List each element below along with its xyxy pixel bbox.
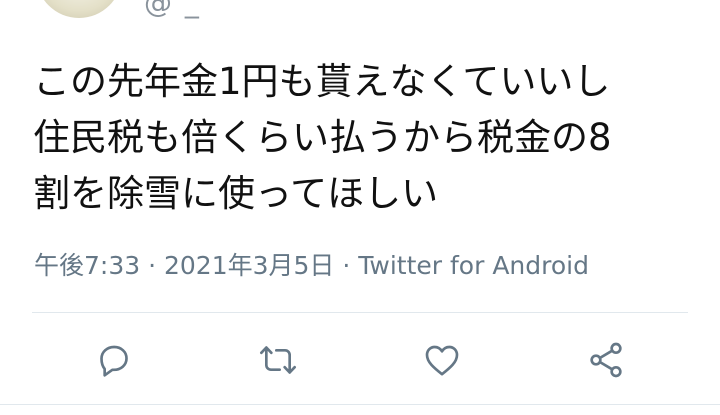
share-button[interactable] <box>584 338 628 382</box>
share-icon <box>590 342 622 378</box>
retweet-button[interactable] <box>256 338 300 382</box>
reply-icon <box>100 345 128 377</box>
like-icon <box>425 345 459 376</box>
tweet-text-line: 割を除雪に使ってほしい <box>33 172 439 215</box>
avatar[interactable] <box>36 0 122 18</box>
reply-button[interactable] <box>92 338 136 382</box>
bottom-divider <box>0 404 720 405</box>
tweet-text: この先年金1円も貰えなくていいし 住民税も倍くらい払うから税金の8 割を除雪に使… <box>33 54 701 222</box>
tweet-meta: 午後7:33 · 2021年3月5日 · Twitter for Android <box>34 251 589 280</box>
retweet-icon <box>260 346 296 374</box>
like-button[interactable] <box>420 338 464 382</box>
divider <box>32 312 688 313</box>
tweet-actions <box>0 328 720 388</box>
tweet-text-line: 住民税も倍くらい払うから税金の8 <box>33 116 612 159</box>
tweet-text-line: この先年金1円も貰えなくていいし <box>33 60 611 103</box>
user-handle[interactable]: @ _ <box>144 0 201 19</box>
